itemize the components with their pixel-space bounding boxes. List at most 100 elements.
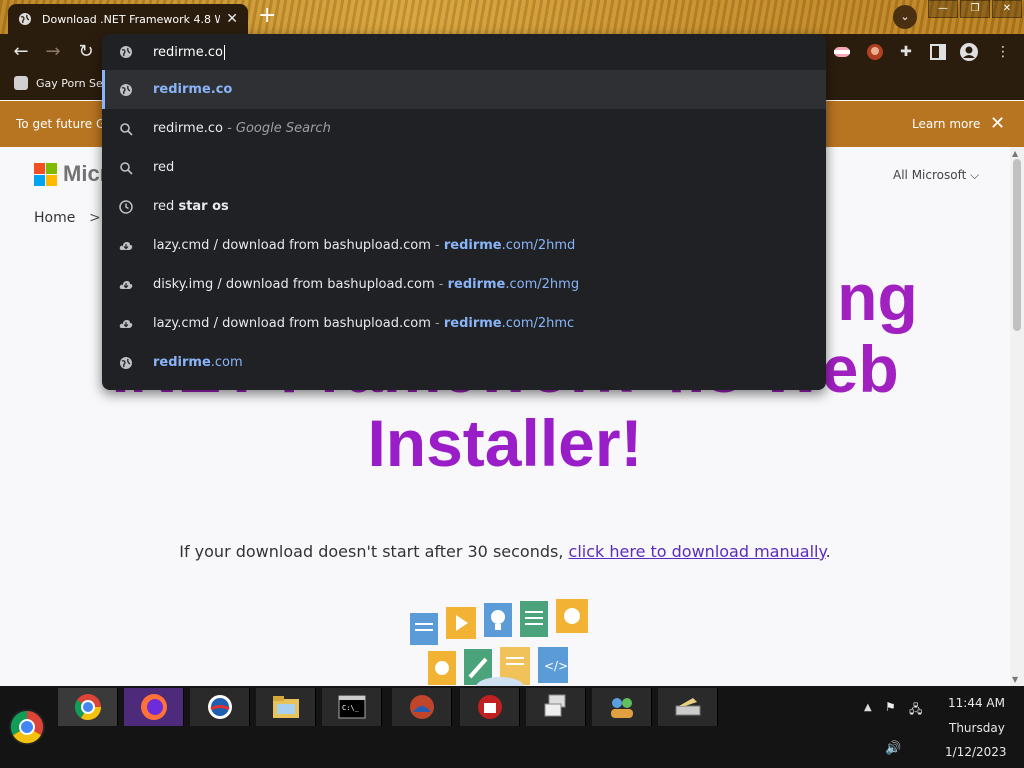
taskbar-scanner[interactable] bbox=[658, 688, 718, 726]
command-prompt-icon: C:\_ bbox=[338, 695, 365, 719]
download-manually-link[interactable]: click here to download manually bbox=[569, 542, 826, 561]
flag-extension-icon[interactable] bbox=[832, 42, 852, 62]
suggestion-row[interactable]: redirme .com bbox=[102, 343, 826, 382]
suggestion-text: .com/2hmg bbox=[505, 277, 580, 292]
taskbar: C:\_ ▲ ⚑ 🖧 🔊 11:44 AM Thursday 1/12/2023 bbox=[0, 686, 1024, 768]
taskbar-thunderbird[interactable] bbox=[392, 688, 452, 726]
breadcrumb-home[interactable]: Home bbox=[34, 210, 75, 226]
suggestion-text: redirme bbox=[443, 316, 502, 331]
download-illustration-icon: </> bbox=[410, 599, 588, 686]
browser-tab[interactable]: Download .NET Framework 4.8 W ✕ bbox=[8, 4, 248, 34]
clock-day[interactable]: Thursday bbox=[949, 721, 1005, 735]
taskbar-firefox[interactable] bbox=[124, 688, 184, 726]
tab-close-icon[interactable]: ✕ bbox=[226, 11, 238, 27]
taskbar-outlook[interactable] bbox=[190, 688, 250, 726]
download-message-text: If your download doesn't start after 30 … bbox=[179, 542, 569, 561]
taskbar-remote-desktop[interactable] bbox=[526, 688, 586, 726]
suggestion-text: star os bbox=[178, 199, 229, 214]
suggestion-text: lazy.cmd / download from bashupload.com bbox=[153, 316, 431, 331]
bookmark-item[interactable]: Gay Porn Sex bbox=[14, 76, 109, 90]
suggestion-text: lazy.cmd / download from bashupload.com bbox=[153, 238, 431, 253]
volume-icon[interactable]: 🔊 bbox=[885, 741, 901, 756]
cloud-icon bbox=[119, 317, 133, 331]
taskbar-file-explorer[interactable] bbox=[256, 688, 316, 726]
new-tab-button[interactable]: + bbox=[258, 5, 276, 27]
reload-button[interactable]: ↻ bbox=[74, 40, 98, 64]
side-panel-icon[interactable] bbox=[928, 42, 948, 62]
taskbar-people[interactable] bbox=[592, 688, 652, 726]
history-icon bbox=[119, 199, 133, 214]
tab-title: Download .NET Framework 4.8 W bbox=[42, 12, 221, 26]
back-button[interactable]: ← bbox=[9, 40, 33, 64]
svg-text:</>: </> bbox=[544, 659, 568, 673]
clock-time[interactable]: 11:44 AM bbox=[948, 696, 1005, 710]
microsoft-logo-squares-icon bbox=[34, 162, 57, 186]
info-bar-close-icon[interactable]: ✕ bbox=[990, 113, 1005, 134]
download-message: If your download doesn't start after 30 … bbox=[0, 542, 1010, 561]
suggestion-text: .com/2hmd bbox=[501, 238, 576, 253]
suggestion-row[interactable]: red star os bbox=[102, 187, 826, 226]
taskbar-command-prompt[interactable]: C:\_ bbox=[322, 688, 382, 726]
start-button[interactable] bbox=[8, 708, 46, 746]
taskbar-chrome[interactable] bbox=[58, 688, 118, 726]
avatar-extension-icon[interactable] bbox=[865, 42, 885, 62]
suggestion-text: redirme bbox=[443, 238, 502, 253]
breadcrumb-separator: > bbox=[89, 210, 101, 226]
tab-search-button[interactable]: ⌄ bbox=[893, 5, 917, 29]
people-icon bbox=[610, 698, 633, 718]
title-bar: Download .NET Framework 4.8 W ✕ + ⌄ — ❐ … bbox=[0, 0, 1024, 34]
suggestion-text: disky.img / download from bashupload.com bbox=[153, 277, 435, 292]
learn-more-link[interactable]: Learn more bbox=[912, 117, 980, 131]
chrome-icon bbox=[74, 694, 101, 721]
tray-overflow-chevron-icon[interactable]: ▲ bbox=[864, 702, 872, 713]
address-bar-input[interactable]: redirme.co bbox=[153, 44, 225, 60]
scanner-icon bbox=[675, 698, 700, 716]
suggestion-text: - bbox=[430, 238, 444, 253]
suggestion-row[interactable]: lazy.cmd / download from bashupload.com … bbox=[102, 304, 826, 343]
flag-icon[interactable]: ⚑ bbox=[885, 700, 901, 714]
search-icon bbox=[119, 161, 133, 175]
all-microsoft-menu[interactable]: All Microsoft ⌵ bbox=[893, 168, 979, 183]
suggestion-text: .com/2hmc bbox=[501, 316, 575, 331]
globe-icon bbox=[119, 356, 133, 370]
minimize-button[interactable]: — bbox=[928, 0, 958, 18]
extensions-puzzle-icon[interactable]: ✚ bbox=[896, 42, 916, 62]
profile-icon[interactable] bbox=[959, 42, 979, 62]
scrollbar-thumb[interactable] bbox=[1013, 159, 1021, 331]
menu-kebab-icon[interactable]: ⋮ bbox=[993, 42, 1013, 62]
bookmark-label: Gay Porn Sex bbox=[36, 76, 110, 90]
restore-button[interactable]: ❐ bbox=[960, 0, 990, 18]
page-scrollbar[interactable]: ▲ ▼ bbox=[1010, 147, 1024, 686]
hero-heading-line-3: Installer! bbox=[367, 406, 643, 480]
close-window-button[interactable]: ✕ bbox=[992, 0, 1022, 18]
forward-button[interactable]: → bbox=[41, 40, 65, 64]
suggestion-text: .com bbox=[210, 355, 243, 370]
globe-icon bbox=[119, 83, 133, 97]
folder-icon bbox=[272, 696, 299, 718]
cloud-icon bbox=[119, 239, 133, 253]
suggestion-row[interactable]: red bbox=[102, 148, 826, 187]
suggestion-row[interactable]: lazy.cmd / download from bashupload.com … bbox=[102, 226, 826, 265]
suggestion-text: - bbox=[430, 316, 444, 331]
bookmark-favicon-icon bbox=[14, 76, 28, 90]
microsoft-logo[interactable]: Micr bbox=[34, 161, 108, 187]
remote-desktop-icon bbox=[544, 694, 565, 717]
scroll-down-arrow-icon[interactable]: ▼ bbox=[1012, 675, 1018, 684]
scroll-up-arrow-icon[interactable]: ▲ bbox=[1012, 149, 1018, 158]
svg-text:C:\_: C:\_ bbox=[342, 704, 360, 712]
suggestion-text: redirme bbox=[447, 277, 506, 292]
suggestion-row[interactable]: redirme.co bbox=[102, 70, 826, 109]
suggestion-row[interactable]: redirme.co - Google Search bbox=[102, 109, 826, 148]
suggestion-row[interactable]: disky.img / download from bashupload.com… bbox=[102, 265, 826, 304]
address-bar[interactable]: redirme.co bbox=[102, 34, 826, 70]
suggestion-text: redirme.co bbox=[153, 121, 223, 136]
clock-date[interactable]: 1/12/2023 bbox=[945, 745, 1007, 759]
suggestion-text: - bbox=[434, 277, 448, 292]
suggestion-text: - Google Search bbox=[222, 121, 331, 136]
taskbar-installshield[interactable] bbox=[460, 688, 520, 726]
suggestion-text: red bbox=[153, 199, 179, 214]
network-icon[interactable]: 🖧 bbox=[909, 700, 925, 716]
thunderbird-icon bbox=[409, 695, 434, 719]
cloud-icon bbox=[119, 278, 133, 292]
globe-icon bbox=[120, 46, 132, 58]
